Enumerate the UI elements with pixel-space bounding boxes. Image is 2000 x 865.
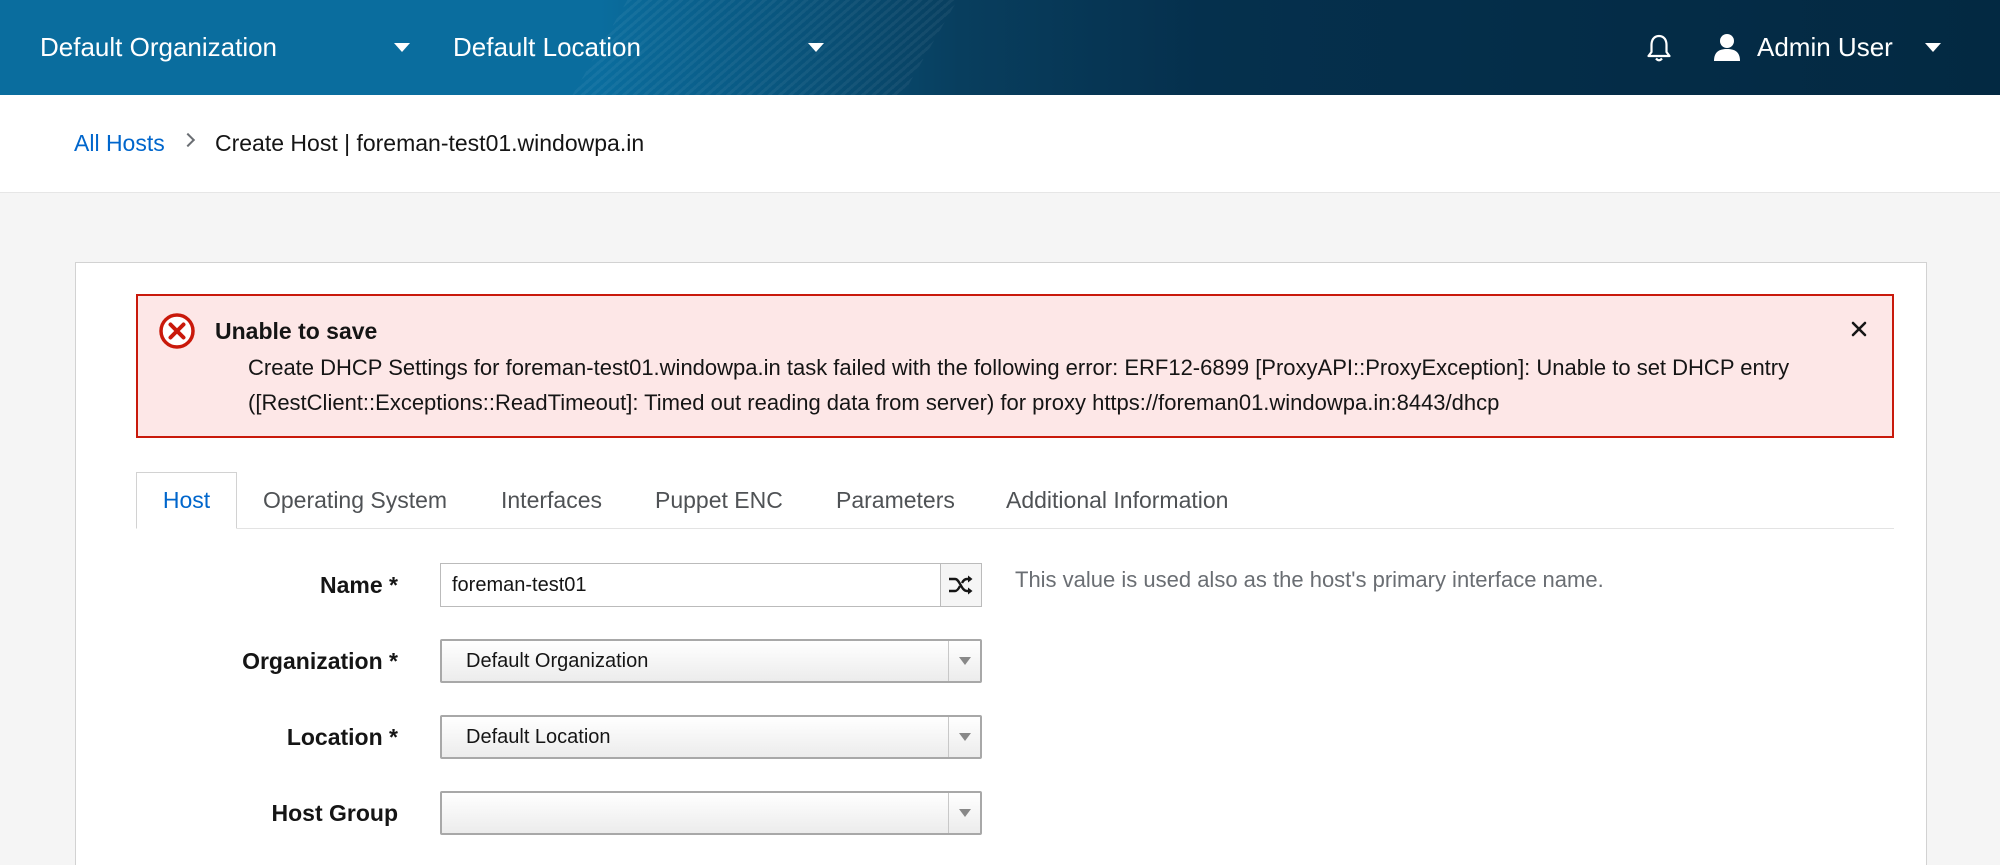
name-help-text: This value is used also as the host's pr… [1015,567,1604,592]
page-title: Create Host | foreman-test01.windowpa.in [215,130,645,156]
user-menu[interactable]: Admin User [1757,0,1947,95]
alert-message: Create DHCP Settings for foreman-test01.… [248,355,1790,415]
close-icon[interactable] [1848,318,1870,340]
name-label: Name * [320,572,398,598]
caret-down-icon [958,657,971,665]
user-icon [1714,34,1740,61]
select-arrow [948,717,980,757]
caret-down-icon [958,809,971,817]
organization-label: Organization * [242,648,398,674]
organization-switcher-label: Default Organization [40,32,278,62]
select-arrow [948,793,980,833]
tab-interfaces[interactable]: Interfaces [501,472,602,529]
location-switcher[interactable]: Default Location [453,0,828,95]
caret-down-icon [958,733,971,741]
organization-switcher[interactable]: Default Organization [40,0,415,95]
caret-down-icon [808,43,824,52]
tab-puppet-enc[interactable]: Puppet ENC [655,472,783,529]
location-label: Location * [286,724,398,750]
caret-down-icon [394,43,410,52]
host-group-select[interactable] [440,791,982,835]
error-circle-icon [159,313,195,349]
location-select[interactable]: Default Location [440,715,982,759]
organization-select-value: Default Organization [466,649,649,672]
tab-operating-system[interactable]: Operating System [263,472,447,529]
user-menu-label: Admin User [1757,32,1893,62]
name-input[interactable] [440,563,940,607]
select-arrow [948,641,980,681]
caret-down-icon [1925,43,1941,52]
organization-select[interactable]: Default Organization [440,639,982,683]
alert-title: Unable to save [215,318,378,344]
tab-parameters[interactable]: Parameters [836,472,955,529]
randomize-name-button[interactable] [940,563,982,607]
shuffle-icon [949,575,973,595]
host-group-label: Host Group [271,800,399,826]
tab-host[interactable]: Host [136,472,237,529]
tab-additional-information[interactable]: Additional Information [1006,472,1228,529]
location-switcher-label: Default Location [453,32,641,62]
location-select-value: Default Location [466,725,611,748]
bell-icon[interactable] [1645,33,1673,63]
name-field-group [440,563,982,607]
breadcrumb-all-hosts-link[interactable]: All Hosts [74,130,165,157]
